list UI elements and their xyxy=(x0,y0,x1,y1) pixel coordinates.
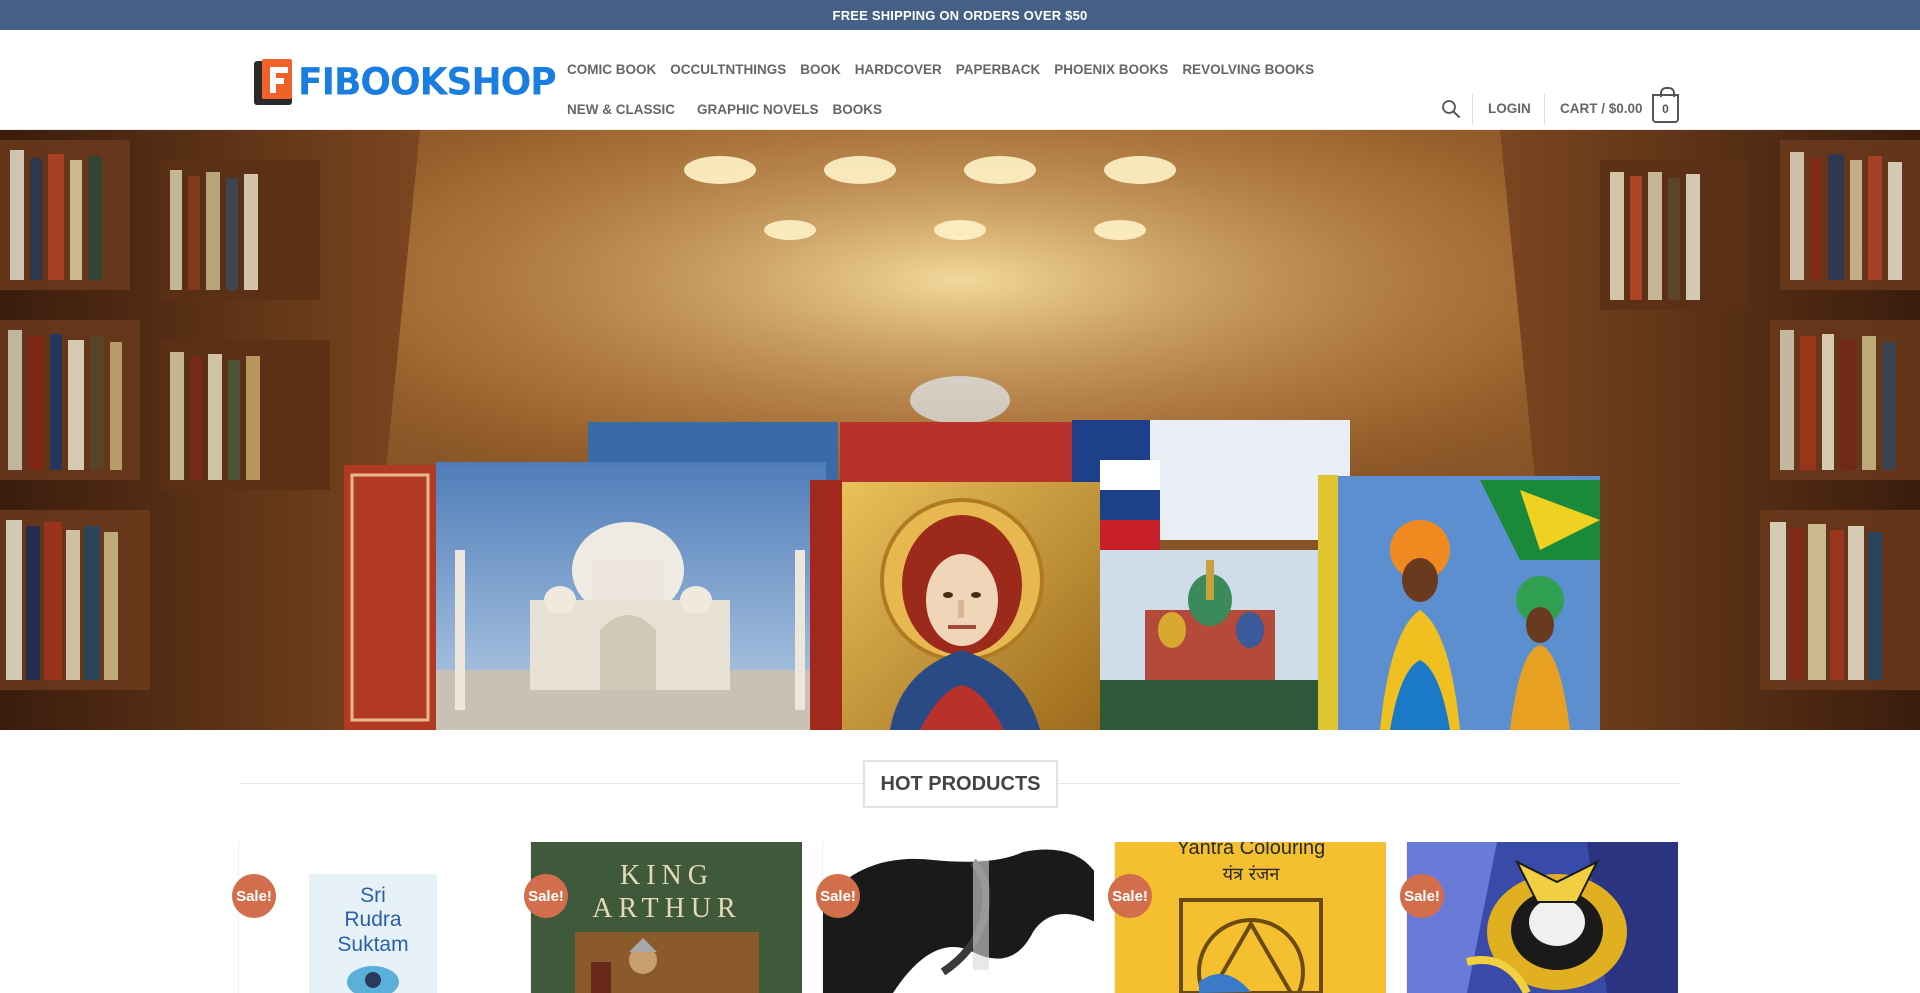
product-image[interactable]: Sri Rudra Suktam xyxy=(239,842,510,993)
section-title: HOT PRODUCTS xyxy=(863,760,1058,808)
main-nav: COMIC BOOK OCCULTNTHINGS BOOK HARDCOVER … xyxy=(560,50,1440,130)
product-card[interactable]: Yantra Colouring यंत्र रंजन xyxy=(1114,842,1386,993)
hot-products-header: HOT PRODUCTS xyxy=(240,760,1680,808)
nav-new-classic[interactable]: NEW & CLASSIC xyxy=(560,90,682,130)
sale-badge: Sale! xyxy=(816,874,860,918)
search-icon[interactable] xyxy=(1441,99,1461,119)
product-card[interactable]: KING ARTHUR xyxy=(530,842,802,993)
site-logo[interactable]: FIBOOKSHOP xyxy=(254,58,557,106)
site-header: FIBOOKSHOP COMIC BOOK OCCULTNTHINGS BOOK… xyxy=(0,30,1920,130)
svg-text:ARTHUR: ARTHUR xyxy=(592,893,741,924)
svg-text:यंत्र रंजन: यंत्र रंजन xyxy=(1223,864,1281,885)
hero-banner xyxy=(0,130,1920,730)
svg-text:Rudra: Rudra xyxy=(344,908,402,931)
nav-comic-book[interactable]: COMIC BOOK xyxy=(560,50,663,90)
login-link[interactable]: LOGIN xyxy=(1488,101,1531,116)
product-image[interactable] xyxy=(823,842,1094,993)
header-divider xyxy=(1472,94,1473,124)
sale-badge: Sale! xyxy=(1400,874,1444,918)
logo-text: FIBOOKSHOP xyxy=(298,60,557,104)
sale-badge: Sale! xyxy=(1108,874,1152,918)
header-divider xyxy=(1544,94,1545,124)
promo-bar: FREE SHIPPING ON ORDERS OVER $50 xyxy=(0,0,1920,30)
logo-icon xyxy=(254,59,292,105)
product-card[interactable] xyxy=(822,842,1094,993)
nav-graphic-novels[interactable]: GRAPHIC NOVELS xyxy=(690,90,826,130)
sale-badge: Sale! xyxy=(232,874,276,918)
product-row: Sri Rudra Suktam Sale! KING ARTHUR Sale! xyxy=(232,842,1682,993)
sale-badge: Sale! xyxy=(524,874,568,918)
hero-illustration xyxy=(0,130,1920,730)
product-cover-text: Sri xyxy=(360,884,386,907)
nav-occultnthings[interactable]: OCCULTNTHINGS xyxy=(663,50,793,90)
product-image[interactable] xyxy=(1407,842,1678,993)
svg-text:Suktam: Suktam xyxy=(337,933,408,956)
cart-link[interactable]: CART / $0.00 xyxy=(1560,101,1643,116)
nav-phoenix-books[interactable]: PHOENIX BOOKS xyxy=(1047,50,1175,90)
cart-count-badge[interactable]: 0 xyxy=(1652,87,1679,123)
svg-text:KING: KING xyxy=(620,860,714,891)
nav-book[interactable]: BOOK xyxy=(793,50,848,90)
svg-text:Yantra Colouring: Yantra Colouring xyxy=(1177,842,1326,859)
product-card[interactable]: Sri Rudra Suktam xyxy=(238,842,510,993)
nav-paperback[interactable]: PAPERBACK xyxy=(949,50,1048,90)
promo-text: FREE SHIPPING ON ORDERS OVER $50 xyxy=(832,7,1088,23)
product-card[interactable] xyxy=(1406,842,1678,993)
product-image[interactable]: Yantra Colouring यंत्र रंजन xyxy=(1115,842,1386,993)
nav-books[interactable]: BOOKS xyxy=(826,90,890,130)
nav-hardcover[interactable]: HARDCOVER xyxy=(848,50,949,90)
product-image[interactable]: KING ARTHUR xyxy=(531,842,802,993)
nav-revolving-books[interactable]: REVOLVING BOOKS xyxy=(1175,50,1321,90)
